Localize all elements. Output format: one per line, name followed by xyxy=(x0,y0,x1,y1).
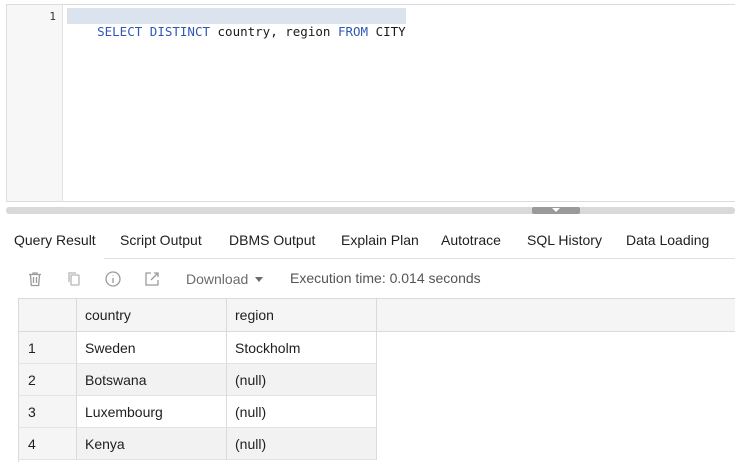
table-row[interactable]: 3 Luxembourg (null) xyxy=(19,396,377,428)
cell-region[interactable]: (null) xyxy=(227,364,377,396)
collapse-arrow-icon xyxy=(552,208,560,212)
row-number-header xyxy=(19,299,77,331)
column-header-region[interactable]: region xyxy=(227,299,377,331)
row-number: 2 xyxy=(19,364,77,396)
panel-splitter[interactable] xyxy=(6,207,735,214)
tab-query-result[interactable]: Query Result xyxy=(6,222,104,259)
table-row[interactable]: 2 Botswana (null) xyxy=(19,364,377,396)
tab-explain-plan[interactable]: Explain Plan xyxy=(333,222,427,259)
cell-region[interactable]: Stockholm xyxy=(227,332,377,364)
table-row[interactable]: 1 Sweden Stockholm xyxy=(19,332,377,364)
keyword-select-distinct: SELECT DISTINCT xyxy=(97,24,210,39)
tab-dbms-output[interactable]: DBMS Output xyxy=(221,222,323,259)
cell-country[interactable]: Kenya xyxy=(77,428,227,460)
row-number: 1 xyxy=(19,332,77,364)
chevron-down-icon xyxy=(255,277,264,282)
cell-region[interactable]: (null) xyxy=(227,396,377,428)
splitter-handle[interactable] xyxy=(532,207,580,214)
trash-icon[interactable] xyxy=(26,270,44,288)
info-icon[interactable] xyxy=(104,270,122,288)
tab-sql-history[interactable]: SQL History xyxy=(519,222,610,259)
output-tabs: Query Result Script Output DBMS Output E… xyxy=(6,222,735,259)
sql-editor[interactable]: 1 SELECT DISTINCT country, region FROM C… xyxy=(6,4,735,202)
open-external-icon[interactable] xyxy=(143,270,161,288)
result-grid: country region 1 Sweden Stockholm 2 Bots… xyxy=(18,298,735,462)
cell-country[interactable]: Sweden xyxy=(77,332,227,364)
code-columns: country, region xyxy=(210,24,338,39)
cell-region[interactable]: (null) xyxy=(227,428,377,460)
copy-icon[interactable] xyxy=(65,270,83,288)
code-table-name: CITY xyxy=(368,24,406,39)
cell-country[interactable]: Botswana xyxy=(77,364,227,396)
tab-script-output[interactable]: Script Output xyxy=(112,222,210,259)
tab-data-loading[interactable]: Data Loading xyxy=(618,222,717,259)
line-number-gutter: 1 xyxy=(7,5,63,201)
column-header-country[interactable]: country xyxy=(77,299,227,331)
row-number: 3 xyxy=(19,396,77,428)
tab-autotrace[interactable]: Autotrace xyxy=(433,222,509,259)
line-number: 1 xyxy=(49,10,56,23)
execution-time: Execution time: 0.014 seconds xyxy=(290,270,481,286)
cell-country[interactable]: Luxembourg xyxy=(77,396,227,428)
row-number: 4 xyxy=(19,428,77,460)
code-line[interactable]: SELECT DISTINCT country, region FROM CIT… xyxy=(67,8,406,39)
result-toolbar: Download Execution time: 0.014 seconds xyxy=(0,262,735,296)
table-row[interactable]: 4 Kenya (null) xyxy=(19,428,377,460)
grid-header: country region xyxy=(19,299,735,332)
keyword-from: FROM xyxy=(337,24,369,39)
download-dropdown[interactable]: Download xyxy=(186,271,264,287)
download-label: Download xyxy=(186,271,249,287)
